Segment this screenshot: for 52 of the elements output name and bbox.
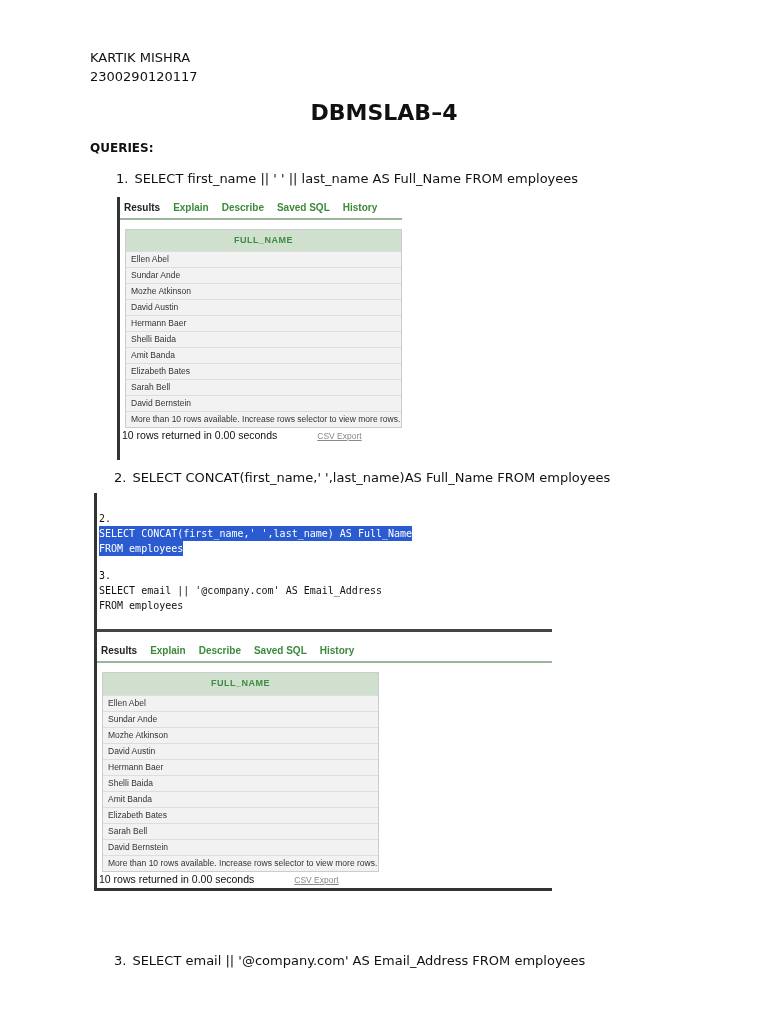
table-cell: Hermann Baer xyxy=(103,758,378,775)
table-cell: Sarah Bell xyxy=(103,822,378,839)
list-number: 2. xyxy=(114,468,127,487)
tab[interactable]: Results xyxy=(101,643,138,659)
query-text: SELECT CONCAT(first_name,' ',last_name)AS Full_Name FROM employees xyxy=(132,468,611,487)
table-cell: Mozhe Atkinson xyxy=(126,283,401,299)
table-cell: David Bernstein xyxy=(103,838,378,855)
list-number: 1. xyxy=(116,170,129,188)
table-cell: Shelli Baida xyxy=(126,331,401,347)
table-cell: Hermann Baer xyxy=(126,315,401,331)
student-id: 2300290120117 xyxy=(90,68,199,86)
table-cell: David Austin xyxy=(103,742,378,759)
tab[interactable]: History xyxy=(342,199,378,215)
table-cell: Mozhe Atkinson xyxy=(103,726,378,743)
list-number: 3. xyxy=(114,951,127,970)
code-line: 3. xyxy=(99,569,112,584)
table-cell: Sundar Ande xyxy=(103,710,378,727)
table-cell: David Bernstein xyxy=(126,395,401,411)
code-line: 2. xyxy=(99,512,112,527)
status-text: 10 rows returned in 0.00 seconds xyxy=(122,428,278,443)
export-link[interactable]: CSV Export xyxy=(317,430,362,443)
tab[interactable]: Describe xyxy=(198,643,241,659)
table-cell: Amit Banda xyxy=(126,347,401,363)
query-text: SELECT email || '@company.com' AS Email_Address FROM employees xyxy=(132,951,586,970)
table-note: More than 10 rows available. Increase rows selector to view more rows. xyxy=(103,854,378,871)
column-header: FULL_NAME xyxy=(126,229,401,251)
tab[interactable]: Saved SQL xyxy=(253,643,307,659)
table-cell: Elizabeth Bates xyxy=(103,806,378,823)
table-cell: Sarah Bell xyxy=(126,379,401,395)
code-line: FROM employees xyxy=(99,599,184,614)
table-cell: Elizabeth Bates xyxy=(126,363,401,379)
tab[interactable]: Explain xyxy=(150,643,186,659)
section-heading: QUERIES: xyxy=(90,140,155,157)
tab[interactable]: History xyxy=(319,643,355,659)
table-cell: Ellen Abel xyxy=(103,694,378,711)
code-line: SELECT email || '@company.com' AS Email_Address xyxy=(99,584,382,599)
tab[interactable]: Explain xyxy=(173,199,209,215)
tab[interactable]: Saved SQL xyxy=(276,199,330,215)
status-text: 10 rows returned in 0.00 seconds xyxy=(99,871,255,887)
page-title: DBMSLAB–4 xyxy=(309,99,459,127)
table-cell: David Austin xyxy=(126,299,401,315)
table-cell: Amit Banda xyxy=(103,790,378,807)
author-name: KARTIK MISHRA xyxy=(90,49,192,67)
table-note: More than 10 rows available. Increase rows selector to view more rows. xyxy=(126,411,401,427)
table-cell: Shelli Baida xyxy=(103,774,378,791)
query-text: SELECT first_name || ' ' || last_name AS Full_Name FROM employees xyxy=(134,170,579,188)
table-cell: Ellen Abel xyxy=(126,251,401,267)
table-cell: Sundar Ande xyxy=(126,267,401,283)
column-header: FULL_NAME xyxy=(103,673,378,695)
export-link[interactable]: CSV Export xyxy=(294,873,339,887)
tab[interactable]: Results xyxy=(124,199,161,215)
tab[interactable]: Describe xyxy=(221,199,264,215)
